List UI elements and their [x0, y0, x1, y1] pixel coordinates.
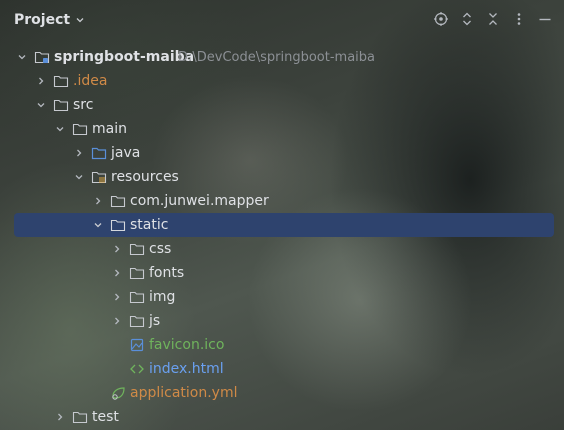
tree-node-label: com.junwei.mapper — [130, 193, 269, 209]
html-file-icon — [129, 357, 145, 381]
chevron-right-icon[interactable] — [54, 405, 66, 429]
tree-node-label: .idea — [73, 73, 108, 89]
chevron-down-icon[interactable] — [16, 45, 28, 69]
folder-icon — [129, 309, 145, 333]
tree-node-src[interactable]: src — [0, 93, 564, 117]
module-path-hint: D:\DevCode\springboot-maiba — [178, 49, 376, 65]
folder-icon — [110, 189, 126, 213]
tree-node-index-html[interactable]: index.html — [0, 357, 564, 381]
chevron-right-icon[interactable] — [111, 237, 123, 261]
tree-node-label: favicon.ico — [149, 337, 225, 353]
panel-title: Project — [14, 11, 71, 28]
tree-node-test[interactable]: test — [0, 405, 564, 429]
chevron-right-icon[interactable] — [111, 309, 123, 333]
more-vertical-icon[interactable] — [510, 10, 528, 28]
tree-node-application-yml[interactable]: application.yml — [0, 381, 564, 405]
chevron-down-icon — [75, 10, 85, 29]
folder-icon — [53, 69, 69, 93]
tree-node-js[interactable]: js — [0, 309, 564, 333]
folder-icon — [110, 213, 126, 237]
yaml-file-icon — [110, 381, 126, 405]
tree-node-label: fonts — [149, 265, 185, 281]
tree-node-label: main — [92, 121, 127, 137]
chevron-down-icon[interactable] — [92, 213, 104, 237]
tree-node-img[interactable]: img — [0, 285, 564, 309]
tree-node-label: js — [149, 313, 161, 329]
panel-toolbar — [432, 10, 554, 28]
tree-node-resources[interactable]: resources — [0, 165, 564, 189]
resources-folder-icon — [91, 165, 107, 189]
project-tree: springboot-maiba D:\DevCode\springboot-m… — [0, 45, 564, 429]
tree-node-label: index.html — [149, 361, 224, 377]
chevron-right-icon[interactable] — [111, 261, 123, 285]
tree-node-idea[interactable]: .idea — [0, 69, 564, 93]
chevron-right-icon[interactable] — [35, 69, 47, 93]
chevron-down-icon[interactable] — [35, 93, 47, 117]
tree-node-com-junwei-mapper[interactable]: com.junwei.mapper — [0, 189, 564, 213]
tree-node-label: css — [149, 241, 172, 257]
collapse-all-icon[interactable] — [484, 10, 502, 28]
tree-node-css[interactable]: css — [0, 237, 564, 261]
chevron-down-icon[interactable] — [54, 117, 66, 141]
tree-node-label: static — [130, 217, 169, 233]
tree-node-label: springboot-maiba — [54, 49, 195, 65]
tree-node-static[interactable]: static — [0, 213, 564, 237]
chevron-right-icon[interactable] — [111, 285, 123, 309]
tree-node-label: src — [73, 97, 94, 113]
module-folder-icon — [34, 45, 50, 69]
tree-node-label: application.yml — [130, 385, 238, 401]
folder-icon — [129, 285, 145, 309]
tree-node-springboot-maiba[interactable]: springboot-maiba D:\DevCode\springboot-m… — [0, 45, 564, 69]
expand-all-icon[interactable] — [458, 10, 476, 28]
folder-icon — [53, 93, 69, 117]
tree-node-label: java — [111, 145, 141, 161]
folder-icon — [129, 261, 145, 285]
tree-node-label: img — [149, 289, 176, 305]
locate-icon[interactable] — [432, 10, 450, 28]
folder-icon — [72, 117, 88, 141]
tree-node-label: test — [92, 409, 119, 425]
chevron-right-icon[interactable] — [73, 141, 85, 165]
project-view-selector[interactable]: Project — [14, 10, 85, 29]
image-file-icon — [129, 333, 145, 357]
folder-icon — [72, 405, 88, 429]
tree-node-favicon[interactable]: favicon.ico — [0, 333, 564, 357]
chevron-right-icon[interactable] — [92, 189, 104, 213]
folder-icon — [129, 237, 145, 261]
minimize-icon[interactable] — [536, 10, 554, 28]
chevron-down-icon[interactable] — [73, 165, 85, 189]
project-panel-header: Project — [0, 0, 564, 38]
tree-node-java[interactable]: java — [0, 141, 564, 165]
tree-node-label: resources — [111, 169, 179, 185]
source-folder-icon — [91, 141, 107, 165]
tree-node-main[interactable]: main — [0, 117, 564, 141]
tree-node-fonts[interactable]: fonts — [0, 261, 564, 285]
